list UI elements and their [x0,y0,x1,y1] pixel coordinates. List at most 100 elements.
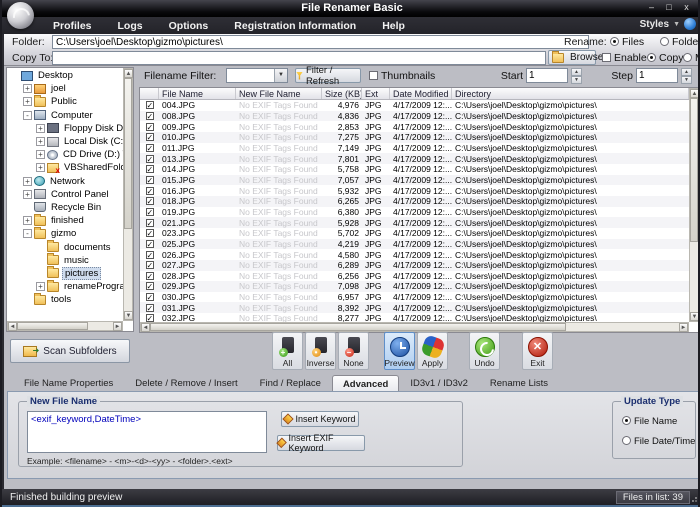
scroll-right-icon[interactable]: ► [679,323,688,332]
scroll-up-icon[interactable]: ▲ [124,69,133,78]
tree-horizontal-scrollbar[interactable]: ◄ ► [7,321,123,331]
table-row[interactable]: ✓028.JPGNo EXIF Tags Found6,256JPG4/17/2… [140,271,689,282]
table-row[interactable]: ✓016.JPGNo EXIF Tags Found5,932JPG4/17/2… [140,185,689,196]
scroll-left-icon[interactable]: ◄ [8,322,17,331]
tab-delete-remove-insert[interactable]: Delete / Remove / Insert [124,374,248,391]
table-horizontal-scrollbar[interactable]: ◄ ► [140,322,689,332]
start-input[interactable] [526,68,568,83]
column-header-new-file-name[interactable]: New File Name [236,88,322,99]
table-row[interactable]: ✓015.JPGNo EXIF Tags Found7,057JPG4/17/2… [140,175,689,186]
row-checkbox-cell[interactable]: ✓ [140,165,159,173]
checkbox-checked-icon[interactable]: ✓ [146,208,154,216]
tree-expander-icon[interactable]: + [23,190,32,199]
tree-item-control-panel[interactable]: +Control Panel [7,188,123,201]
checkbox-checked-icon[interactable]: ✓ [146,261,154,269]
insert-keyword-button[interactable]: Insert Keyword [281,411,359,427]
styles-menu[interactable]: Styles [640,19,669,30]
row-checkbox-cell[interactable]: ✓ [140,314,159,322]
table-row[interactable]: ✓027.JPGNo EXIF Tags Found6,289JPG4/17/2… [140,260,689,271]
checkbox-checked-icon[interactable]: ✓ [146,251,154,259]
tree-item-tools[interactable]: tools [7,293,123,306]
scroll-down-icon[interactable]: ▼ [124,311,133,320]
menu-help[interactable]: Help [369,20,418,32]
tree-expander-icon[interactable]: + [36,150,45,159]
row-checkbox-cell[interactable]: ✓ [140,133,159,141]
checkbox-checked-icon[interactable]: ✓ [146,187,154,195]
tree-item-documents[interactable]: documents [7,240,123,253]
update-file-datetime-radio[interactable]: File Date/Time [622,436,695,447]
insert-exif-keyword-button[interactable]: Insert EXIF Keyword [277,435,365,451]
copy-radio[interactable]: Copy [647,52,684,64]
column-header-date-modified[interactable]: Date Modified [390,88,452,99]
scroll-up-icon[interactable]: ▲ [690,89,699,98]
row-checkbox-cell[interactable]: ✓ [140,155,159,163]
tree-expander-icon[interactable]: + [36,163,45,172]
apply-button[interactable]: Apply [417,332,448,370]
tree-item-music[interactable]: music [7,254,123,267]
table-row[interactable]: ✓011.JPGNo EXIF Tags Found7,149JPG4/17/2… [140,143,689,154]
menu-registration-information[interactable]: Registration Information [221,20,369,32]
row-checkbox-cell[interactable]: ✓ [140,197,159,205]
checkbox-checked-icon[interactable]: ✓ [146,101,154,109]
preview-button[interactable]: Preview [384,332,415,370]
tree-expander-icon[interactable]: + [23,84,32,93]
row-checkbox-cell[interactable]: ✓ [140,282,159,290]
tree-item-pictures[interactable]: pictures [7,267,123,280]
table-row[interactable]: ✓014.JPGNo EXIF Tags Found5,758JPG4/17/2… [140,164,689,175]
tree-item-floppy-disk-drive-a[interactable]: +Floppy Disk Drive (A:) [7,122,123,135]
row-checkbox-cell[interactable]: ✓ [140,272,159,280]
help-globe-icon[interactable] [684,18,696,30]
table-row[interactable]: ✓021.JPGNo EXIF Tags Found5,928JPG4/17/2… [140,217,689,228]
tree-item-finished[interactable]: +finished [7,214,123,227]
table-row[interactable]: ✓010.JPGNo EXIF Tags Found7,275JPG4/17/2… [140,132,689,143]
row-checkbox-cell[interactable]: ✓ [140,144,159,152]
checkbox-checked-icon[interactable]: ✓ [146,229,154,237]
row-checkbox-cell[interactable]: ✓ [140,293,159,301]
tab-id3v1-id3v2[interactable]: ID3v1 / ID3v2 [399,374,479,391]
row-checkbox-cell[interactable]: ✓ [140,123,159,131]
checkbox-checked-icon[interactable]: ✓ [146,165,154,173]
tree-expander-icon[interactable]: + [23,216,32,225]
undo-button[interactable]: Undo [469,332,500,370]
column-header-ext[interactable]: Ext [362,88,390,99]
table-row[interactable]: ✓032.JPGNo EXIF Tags Found8,277JPG4/17/2… [140,313,689,322]
tree-item-computer[interactable]: -Computer [7,109,123,122]
thumbnails-checkbox[interactable]: Thumbnails [369,70,435,82]
checkbox-checked-icon[interactable]: ✓ [146,282,154,290]
row-checkbox-cell[interactable]: ✓ [140,176,159,184]
tree-expander-icon[interactable]: + [23,177,32,186]
table-row[interactable]: ✓029.JPGNo EXIF Tags Found7,098JPG4/17/2… [140,281,689,292]
tab-rename-lists[interactable]: Rename Lists [479,374,559,391]
rename-files-radio[interactable]: Files [610,36,644,48]
tree-item-network[interactable]: +Network [7,175,123,188]
checkbox-checked-icon[interactable]: ✓ [146,219,154,227]
filter-refresh-button[interactable]: Filter / Refresh [295,68,361,83]
scroll-down-icon[interactable]: ▼ [690,312,699,321]
move-radio[interactable]: Move [683,52,700,64]
tree-item-recycle-bin[interactable]: Recycle Bin [7,201,123,214]
row-checkbox-cell[interactable]: ✓ [140,208,159,216]
table-row[interactable]: ✓018.JPGNo EXIF Tags Found6,265JPG4/17/2… [140,196,689,207]
column-header-directory[interactable]: Directory [452,88,689,99]
tab-find-replace[interactable]: Find / Replace [249,374,332,391]
checkbox-checked-icon[interactable]: ✓ [146,197,154,205]
table-row[interactable]: ✓031.JPGNo EXIF Tags Found8,392JPG4/17/2… [140,302,689,313]
copyto-input[interactable] [52,51,546,65]
table-row[interactable]: ✓013.JPGNo EXIF Tags Found7,801JPG4/17/2… [140,153,689,164]
tree-expander-icon[interactable]: + [36,282,45,291]
pattern-input[interactable]: <exif_keyword,DateTime> [27,411,267,453]
enable-checkbox[interactable]: Enable [602,52,647,64]
checkbox-checked-icon[interactable]: ✓ [146,155,154,163]
folder-input[interactable] [52,35,589,49]
tab-file-name-properties[interactable]: File Name Properties [13,374,124,391]
inverse-button[interactable]: •Inverse [305,332,336,370]
checkbox-checked-icon[interactable]: ✓ [146,144,154,152]
table-row[interactable]: ✓025.JPGNo EXIF Tags Found4,219JPG4/17/2… [140,239,689,250]
minimize-button[interactable]: – [646,2,659,12]
row-checkbox-cell[interactable]: ✓ [140,101,159,109]
resize-grip[interactable] [691,493,700,502]
scroll-right-icon[interactable]: ► [113,322,122,331]
table-row[interactable]: ✓023.JPGNo EXIF Tags Found5,702JPG4/17/2… [140,228,689,239]
update-file-name-radio[interactable]: File Name [622,416,677,427]
tab-advanced[interactable]: Advanced [332,375,399,392]
